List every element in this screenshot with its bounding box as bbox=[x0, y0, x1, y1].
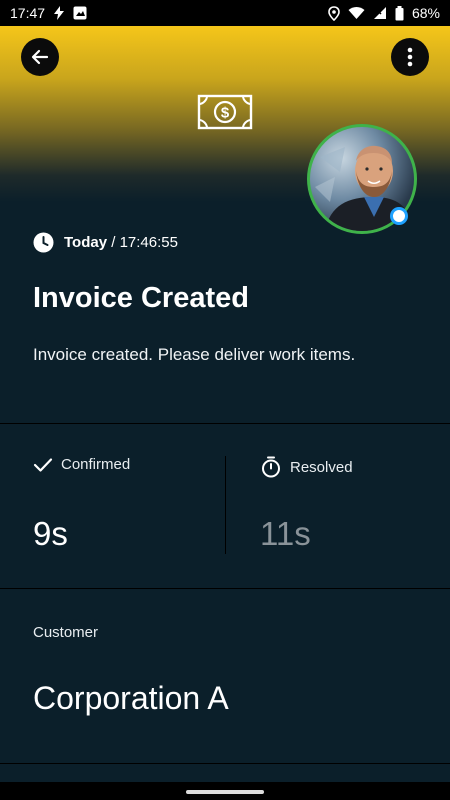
event-description: Invoice created. Please deliver work ite… bbox=[33, 345, 356, 364]
checkmark-icon bbox=[33, 457, 53, 472]
home-indicator[interactable] bbox=[186, 790, 264, 794]
time-separator: / bbox=[107, 234, 120, 251]
svg-text:$: $ bbox=[221, 105, 230, 122]
confirmed-value: 9s bbox=[33, 515, 68, 552]
flash-icon bbox=[54, 6, 65, 20]
stats-divider bbox=[225, 456, 226, 554]
confirmed-label: Confirmed bbox=[33, 456, 130, 473]
back-button[interactable] bbox=[21, 38, 59, 76]
customer-name: Corporation A bbox=[33, 680, 229, 716]
event-day: Today bbox=[64, 234, 108, 251]
status-bar: 17:47 68% bbox=[0, 0, 450, 26]
confirmed-label-text: Confirmed bbox=[61, 456, 131, 473]
photo-icon bbox=[73, 6, 87, 20]
battery-icon bbox=[395, 5, 404, 20]
divider bbox=[0, 423, 450, 424]
timer-icon bbox=[262, 456, 280, 478]
event-time: 17:46:55 bbox=[119, 234, 178, 251]
clock-icon bbox=[33, 232, 54, 253]
divider bbox=[0, 763, 450, 764]
arrow-left-icon bbox=[31, 49, 49, 65]
wifi-icon bbox=[348, 7, 365, 19]
divider bbox=[0, 588, 450, 589]
customer-label: Customer bbox=[33, 624, 99, 641]
status-right: 68% bbox=[328, 5, 440, 21]
battery-percent: 68% bbox=[411, 5, 440, 21]
status-left: 17:47 bbox=[10, 5, 87, 21]
more-options-button[interactable] bbox=[391, 38, 429, 76]
resolved-label-text: Resolved bbox=[290, 458, 353, 476]
more-vertical-icon bbox=[407, 47, 413, 67]
online-status-dot bbox=[390, 207, 408, 225]
resolved-value: 11s bbox=[260, 515, 311, 552]
status-time: 17:47 bbox=[10, 5, 46, 21]
event-title: Invoice Created bbox=[33, 282, 249, 314]
location-icon bbox=[328, 5, 340, 21]
signal-icon bbox=[373, 7, 386, 19]
event-timestamp: Today / 17:46:55 bbox=[33, 232, 178, 253]
money-bill-icon: $ bbox=[197, 94, 253, 130]
resolved-label: Resolved bbox=[260, 456, 353, 478]
